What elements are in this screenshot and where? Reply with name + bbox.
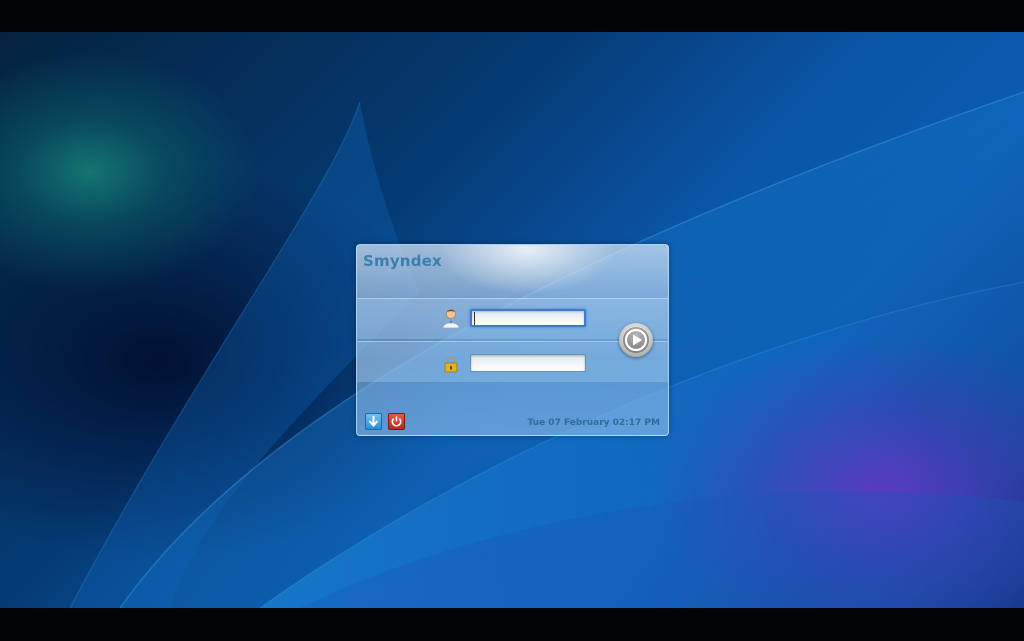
text-caret <box>474 312 475 325</box>
login-screen: Smyndex Tue 07 February 02:17 PM <box>0 0 1024 641</box>
power-icon <box>391 416 402 427</box>
shutdown-button[interactable] <box>388 413 405 430</box>
letterbox-bottom <box>0 608 1024 641</box>
session-arrow-down-icon <box>368 416 379 428</box>
letterbox-top <box>0 0 1024 32</box>
date-time-label: Tue 07 February 02:17 PM <box>527 418 660 428</box>
lock-icon <box>443 355 463 377</box>
login-panel: Smyndex Tue 07 February 02:17 PM <box>356 244 669 436</box>
session-button[interactable] <box>365 413 382 430</box>
username-input[interactable] <box>470 309 586 327</box>
panel-title: Smyndex <box>363 252 442 270</box>
panel-glow <box>437 245 617 295</box>
play-arrow-icon <box>624 328 648 352</box>
password-input[interactable] <box>470 354 586 372</box>
login-button[interactable] <box>619 323 653 357</box>
user-icon <box>441 307 461 329</box>
